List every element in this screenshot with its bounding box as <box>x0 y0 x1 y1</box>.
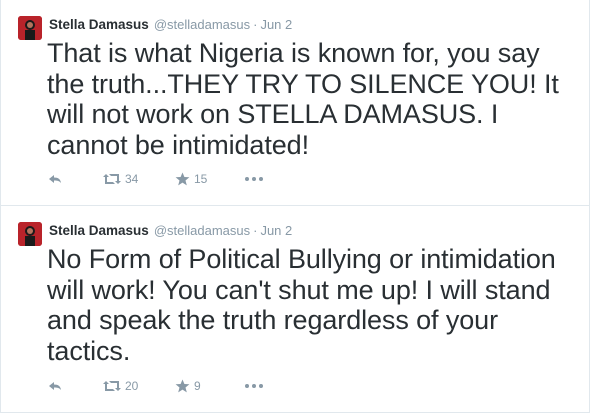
tweet-header: Stella Damasus @stelladamasus · Jun 2 <box>49 221 292 241</box>
retweet-count: 20 <box>125 379 139 393</box>
reply-icon <box>47 379 63 393</box>
more-icon <box>245 384 263 388</box>
author-username[interactable]: @stelladamasus <box>154 223 250 238</box>
more-button[interactable] <box>245 384 263 388</box>
favorite-icon <box>175 172 190 186</box>
favorite-button[interactable]: 9 <box>175 379 245 393</box>
reply-button[interactable] <box>47 172 103 186</box>
author-name[interactable]: Stella Damasus <box>49 223 149 238</box>
retweet-icon <box>103 380 121 392</box>
author-name[interactable]: Stella Damasus <box>49 17 149 32</box>
retweet-button[interactable]: 20 <box>103 379 175 393</box>
more-button[interactable] <box>245 177 263 181</box>
reply-button[interactable] <box>47 379 103 393</box>
tweet-actions: 20 9 <box>47 376 263 396</box>
avatar[interactable] <box>18 16 42 40</box>
retweet-count: 34 <box>125 172 139 186</box>
tweet-feed: Stella Damasus @stelladamasus · Jun 2 That … <box>0 0 590 413</box>
avatar[interactable] <box>18 222 42 246</box>
favorite-count: 15 <box>194 172 208 186</box>
retweet-icon <box>103 173 121 185</box>
favorite-button[interactable]: 15 <box>175 172 245 186</box>
favorite-count: 9 <box>194 379 201 393</box>
reply-icon <box>47 172 63 186</box>
tweet-time[interactable]: Jun 2 <box>260 17 292 32</box>
more-icon <box>245 177 263 181</box>
favorite-icon <box>175 379 190 393</box>
meta-separator: · <box>253 17 258 32</box>
tweet-actions: 34 15 <box>47 169 263 189</box>
tweet-time[interactable]: Jun 2 <box>260 223 292 238</box>
tweet-item[interactable]: Stella Damasus @stelladamasus · Jun 2 That … <box>1 0 589 206</box>
meta-separator: · <box>253 223 258 238</box>
retweet-button[interactable]: 34 <box>103 172 175 186</box>
tweet-item[interactable]: Stella Damasus @stelladamasus · Jun 2 No Fo… <box>1 206 589 412</box>
tweet-header: Stella Damasus @stelladamasus · Jun 2 <box>49 15 292 35</box>
author-username[interactable]: @stelladamasus <box>154 17 250 32</box>
tweet-text: No Form of Political Bullying or intimid… <box>47 244 556 366</box>
tweet-text: That is what Nigeria is known for, you s… <box>47 38 559 160</box>
